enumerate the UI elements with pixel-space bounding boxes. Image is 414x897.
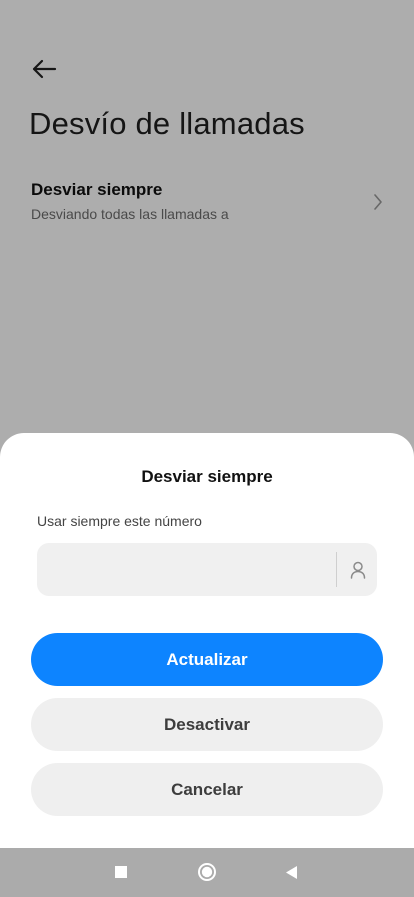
bottom-sheet-dialog: Desviar siempre Usar siempre este número… [0,433,414,848]
cancel-button[interactable]: Cancelar [31,763,383,816]
number-input[interactable] [51,543,335,598]
triangle-left-icon[interactable] [285,865,298,880]
contact-picker-button[interactable] [338,543,377,596]
number-field-label: Usar siempre este número [37,513,202,529]
field-divider [336,552,337,587]
deactivate-button[interactable]: Desactivar [31,698,383,751]
square-icon[interactable] [115,866,127,878]
person-icon [350,561,365,579]
update-button[interactable]: Actualizar [31,633,383,686]
number-field [37,543,377,598]
circle-icon[interactable] [197,862,217,882]
dialog-title: Desviar siempre [141,467,273,486]
navigation-bar [0,848,414,897]
screen: 10:00 Desvío de llamadas Desviar siempre… [0,0,414,897]
